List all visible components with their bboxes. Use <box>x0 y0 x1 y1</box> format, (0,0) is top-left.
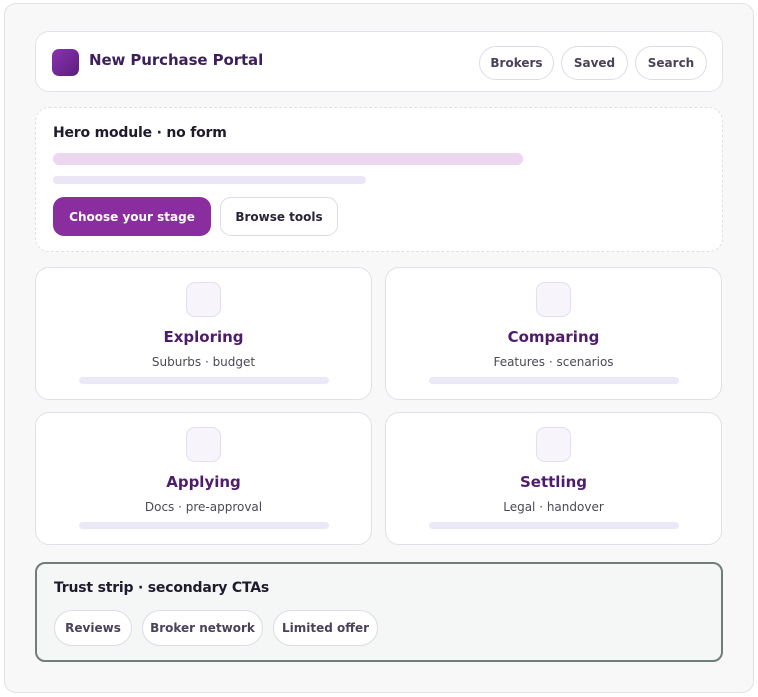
stage-card-title: Settling <box>519 473 588 491</box>
broker-network-chip[interactable]: Broker network <box>142 610 263 646</box>
hero-subtext-placeholder <box>53 176 366 184</box>
stage-card-placeholder-bar <box>429 522 679 529</box>
stage-card-title: Comparing <box>507 328 600 346</box>
stage-icon <box>536 427 571 462</box>
stage-icon <box>186 282 221 317</box>
stage-card-subtitle: Suburbs · budget <box>151 355 256 369</box>
brand-logo-icon[interactable] <box>52 49 79 76</box>
stage-card-applying[interactable]: Applying Docs · pre-approval <box>35 412 372 545</box>
stage-icon <box>536 282 571 317</box>
reviews-chip[interactable]: Reviews <box>54 610 132 646</box>
top-header: New Purchase Portal Brokers Saved Search <box>35 31 723 92</box>
hero-title: Hero module · no form <box>53 125 227 141</box>
stage-card-placeholder-bar <box>79 377 329 384</box>
nav-search-button[interactable]: Search <box>635 46 707 80</box>
stage-card-placeholder-bar <box>79 522 329 529</box>
stage-card-comparing[interactable]: Comparing Features · scenarios <box>385 267 722 400</box>
brand-name[interactable]: New Purchase Portal <box>89 51 263 69</box>
browse-tools-button[interactable]: Browse tools <box>220 197 338 236</box>
trust-strip-title: Trust strip · secondary CTAs <box>54 580 269 596</box>
hero-headline-placeholder <box>53 153 523 165</box>
stage-card-placeholder-bar <box>429 377 679 384</box>
stage-card-subtitle: Docs · pre-approval <box>144 500 263 514</box>
limited-offer-chip[interactable]: Limited offer <box>273 610 378 646</box>
trust-strip: Trust strip · secondary CTAs Reviews Bro… <box>35 562 723 662</box>
stage-card-subtitle: Legal · handover <box>503 500 604 514</box>
nav-saved-button[interactable]: Saved <box>561 46 628 80</box>
choose-stage-button[interactable]: Choose your stage <box>53 197 211 236</box>
stage-card-settling[interactable]: Settling Legal · handover <box>385 412 722 545</box>
stage-card-title: Applying <box>166 473 241 491</box>
stage-card-title: Exploring <box>163 328 244 346</box>
hero-module: Hero module · no form Choose your stage … <box>35 107 723 252</box>
stage-card-subtitle: Features · scenarios <box>493 355 614 369</box>
stage-icon <box>186 427 221 462</box>
nav-brokers-button[interactable]: Brokers <box>479 46 554 80</box>
stage-card-exploring[interactable]: Exploring Suburbs · budget <box>35 267 372 400</box>
